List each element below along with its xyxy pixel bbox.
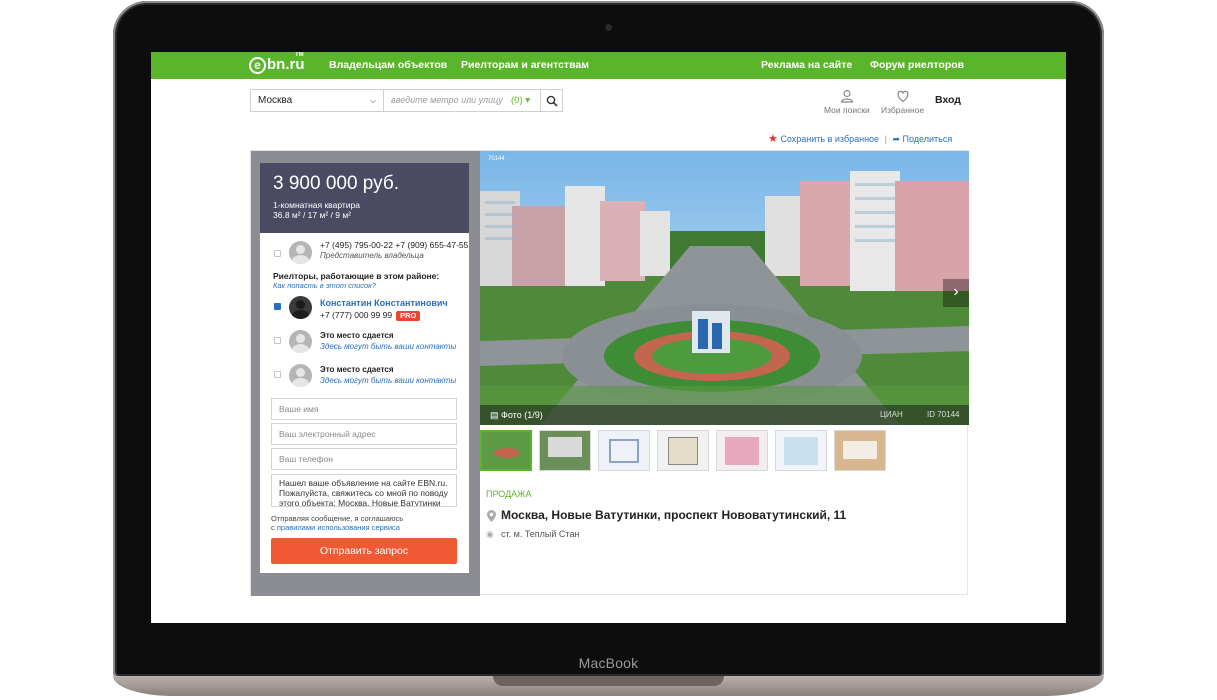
main-photo[interactable]: 70144 ▤ Фото (1/9) ЦИАН ID 70144 ›	[480, 151, 969, 425]
heart-icon	[896, 90, 909, 103]
thumbnail-3[interactable]	[598, 430, 650, 471]
thumbnail-7[interactable]	[834, 430, 886, 471]
realtors-heading: Риелторы, работающие в этом районе:	[273, 271, 440, 281]
agree-row: с правилами использования сервиса	[271, 523, 400, 532]
favorites-label: Избранное	[881, 105, 925, 115]
slot2-avatar	[289, 364, 312, 387]
owner-checkbox[interactable]	[274, 250, 281, 257]
photo-watermark-id: ID 70144	[927, 410, 960, 419]
agent-avatar	[289, 296, 312, 319]
listing-type: 1-комнатная квартира	[273, 200, 360, 210]
thumbnail-4[interactable]	[657, 430, 709, 471]
owner-avatar	[289, 241, 312, 264]
thumbnail-6[interactable]	[775, 430, 827, 471]
slot1-title: Это место сдается	[320, 331, 394, 340]
gallery-icon: ▤	[490, 410, 499, 420]
next-photo-button[interactable]: ›	[943, 279, 969, 307]
owner-role: Представитель владельца	[320, 251, 424, 260]
camera-icon	[605, 24, 612, 31]
search-icon	[546, 95, 558, 107]
top-nav: e bn.ru TM Владельцам объектов Риелторам …	[151, 52, 1066, 79]
listing-address: Москва, Новые Ватутинки, проспект Новова…	[501, 508, 847, 522]
realtors-list-link[interactable]: Как попасть в этот список?	[273, 281, 376, 290]
slot1-checkbox[interactable]	[274, 337, 281, 344]
terms-link[interactable]: правилами использования сервиса	[277, 523, 400, 532]
phone-field[interactable]: Ваш телефон	[271, 448, 457, 470]
agent-checkbox[interactable]	[274, 303, 281, 310]
price-box: 3 900 000 руб. 1-комнатная квартира 36.8…	[260, 163, 469, 233]
metro-count-value: (0)	[511, 95, 523, 106]
logo-letter: e	[249, 57, 266, 74]
laptop-frame: MacBook e bn.ru TM Владельцам объектов Ри…	[0, 0, 1217, 700]
agent-name[interactable]: Константин Константинович	[320, 298, 448, 308]
logo-text: bn.ru	[267, 56, 305, 73]
my-searches-link[interactable]: Мои поиски	[824, 89, 870, 115]
photo-caption-bar: ▤ Фото (1/9) ЦИАН ID 70144	[480, 405, 969, 425]
message-field[interactable]: Нашел ваше объявление на сайте EBN.ru. П…	[271, 474, 457, 507]
listing-price: 3 900 000 руб.	[273, 173, 400, 194]
city-select-value: Москва	[258, 95, 293, 106]
share-link[interactable]: Поделиться	[903, 134, 953, 144]
star-icon: ★	[768, 133, 778, 145]
my-searches-label: Мои поиски	[824, 105, 870, 115]
logo-tm: TM	[295, 52, 304, 58]
slot2-title: Это место сдается	[320, 365, 394, 374]
metro-station: ст. м. Теплый Стан	[501, 529, 580, 539]
thumbnail-1[interactable]	[480, 430, 532, 471]
save-favorite-link[interactable]: Сохранить в избранное	[780, 134, 879, 144]
city-select[interactable]: Москва ⌵	[250, 89, 384, 112]
nav-link-owners[interactable]: Владельцам объектов	[329, 59, 447, 71]
agree-prefix: с	[271, 523, 275, 532]
metro-icon: ◉	[486, 529, 494, 539]
slot1-link[interactable]: Здесь могут быть ваши контакты	[320, 342, 456, 351]
slot1-avatar	[289, 330, 312, 353]
login-link[interactable]: Вход	[935, 94, 961, 106]
listing-area: 36.8 м² / 17 м² / 9 м²	[273, 210, 352, 220]
contact-box: +7 (495) 795-00-22 +7 (909) 655-47-55 Пр…	[260, 233, 469, 573]
nav-link-forum[interactable]: Форум риелторов	[870, 59, 964, 71]
email-field[interactable]: Ваш электронный адрес	[271, 423, 457, 445]
listing-sidebar: 3 900 000 руб. 1-комнатная квартира 36.8…	[251, 151, 480, 596]
search-button[interactable]	[541, 89, 563, 112]
metro-station-row: ◉ ст. м. Теплый Стан	[486, 529, 580, 539]
thumbnail-5[interactable]	[716, 430, 768, 471]
city-render-image: 70144	[480, 151, 969, 425]
actions-separator: |	[884, 134, 887, 144]
user-search-icon	[840, 89, 854, 103]
deal-type: ПРОДАЖА	[486, 489, 532, 499]
photo-counter: Фото (1/9)	[501, 410, 543, 420]
metro-search-input[interactable]: введите метро или улицу (0) ▾	[384, 89, 541, 112]
listing-card: 3 900 000 руб. 1-комнатная квартира 36.8…	[250, 150, 969, 596]
device-brand: MacBook	[578, 655, 639, 671]
site-logo[interactable]: e bn.ru TM	[249, 52, 307, 76]
name-field[interactable]: Ваше имя	[271, 398, 457, 420]
metro-placeholder: введите метро или улицу	[391, 95, 503, 105]
agree-text: Отправляя сообщение, я соглашаюсь	[271, 514, 404, 523]
browser-screen: e bn.ru TM Владельцам объектов Риелторам …	[151, 52, 1066, 623]
owner-phone: +7 (495) 795-00-22 +7 (909) 655-47-55	[320, 240, 469, 250]
nav-link-advertising[interactable]: Реклама на сайте	[761, 59, 852, 71]
location-pin-icon	[487, 510, 496, 522]
agent-phone: +7 (777) 000 99 99	[320, 310, 393, 320]
agent-phone-row: +7 (777) 000 99 99 PRO	[320, 310, 421, 321]
favorites-link[interactable]: Избранное	[881, 89, 924, 115]
pro-badge: PRO	[396, 311, 421, 321]
share-icon: ➦	[892, 134, 900, 144]
thumbnail-2[interactable]	[539, 430, 591, 471]
laptop-notch	[493, 676, 724, 686]
send-request-button[interactable]: Отправить запрос	[271, 538, 457, 564]
chevron-down-icon: ⌵	[369, 96, 376, 105]
photo-source: ЦИАН	[880, 410, 903, 419]
slot2-checkbox[interactable]	[274, 371, 281, 378]
metro-count[interactable]: (0) ▾	[511, 90, 530, 111]
photo-top-id: 70144	[488, 156, 505, 162]
slot2-link[interactable]: Здесь могут быть ваши контакты	[320, 376, 456, 385]
listing-actions: ★ Сохранить в избранное | ➦ Поделиться	[768, 132, 952, 145]
nav-link-realtors[interactable]: Риелторам и агентствам	[461, 59, 589, 71]
